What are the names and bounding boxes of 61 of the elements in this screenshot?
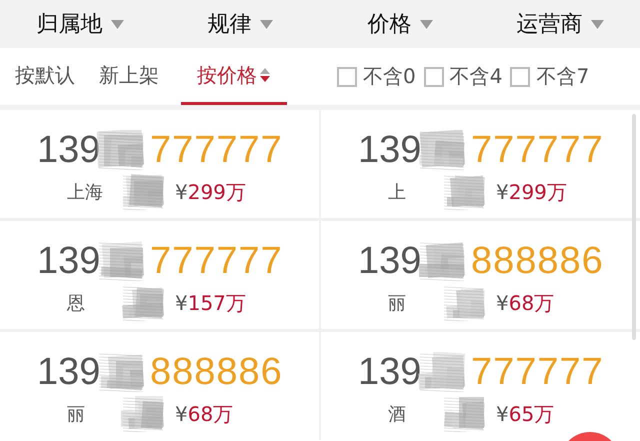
scrollbar[interactable] <box>632 114 636 340</box>
number-card[interactable]: 139 888886 丽 ¥68万 <box>0 332 319 440</box>
number-card[interactable]: 139 777777 恩 ¥157万 <box>0 221 319 329</box>
sort-arrows-icon <box>259 67 271 83</box>
phone-number-suffix: 888886 <box>150 350 283 394</box>
price-label: ¥68万 <box>175 400 234 428</box>
price-label: ¥299万 <box>496 178 568 206</box>
scribble-smear <box>121 285 165 321</box>
scribble-smear <box>418 352 466 392</box>
phone-number-suffix: 777777 <box>471 350 604 394</box>
scribble-smear <box>418 130 466 170</box>
scribble-smear <box>97 352 145 392</box>
scribble-smear <box>418 241 466 281</box>
number-card[interactable]: 139 777777 上 ¥299万 <box>321 110 640 218</box>
price-label: ¥299万 <box>175 178 247 206</box>
dropdown-caret-icon <box>110 20 124 28</box>
phone-number-suffix: 777777 <box>471 128 604 172</box>
phone-number-suffix: 888886 <box>471 240 604 282</box>
dropdown-caret-icon <box>420 20 432 28</box>
number-card[interactable]: 139 777777 上海 ¥299万 <box>0 110 319 218</box>
scribble-smear <box>121 174 165 210</box>
location-label: 上 <box>388 181 407 204</box>
checkbox-label[interactable]: 不含0 <box>363 63 416 90</box>
phone-number-prefix: 139 <box>37 128 97 172</box>
phone-number-prefix: 139 <box>358 128 418 172</box>
phone-number-prefix: 139 <box>358 240 418 282</box>
dropdown-caret-icon <box>260 20 272 28</box>
filter-dropdown[interactable]: 规律 <box>160 9 320 39</box>
scribble-smear <box>442 285 486 321</box>
scribble-smear <box>97 130 145 170</box>
checkbox-label[interactable]: 不含7 <box>536 63 590 90</box>
scribble-smear <box>442 396 486 432</box>
sort-tab[interactable]: 按默认 <box>15 48 91 105</box>
sort-tab[interactable]: 新上架 <box>99 48 175 105</box>
price-label: ¥65万 <box>496 400 556 428</box>
price-label: ¥157万 <box>175 290 247 316</box>
phone-number-prefix: 139 <box>37 240 97 282</box>
checkbox-label[interactable]: 不含4 <box>450 63 502 90</box>
scribble-smear <box>442 174 486 210</box>
sort-tab[interactable]: 按价格 <box>181 48 287 105</box>
filter-dropdown[interactable]: 归属地 <box>0 9 160 39</box>
checkbox[interactable] <box>510 66 530 86</box>
phone-number-suffix: 777777 <box>150 128 283 172</box>
scribble-smear <box>97 241 145 281</box>
checkbox[interactable] <box>337 66 357 86</box>
scribble-smear <box>121 396 165 432</box>
location-label: 酒 <box>388 403 407 426</box>
dropdown-caret-icon <box>590 20 604 28</box>
number-card[interactable]: 139 888886 丽 ¥68万 <box>321 221 640 329</box>
price-label: ¥68万 <box>496 290 556 316</box>
location-label: 丽 <box>388 292 407 315</box>
phone-number-prefix: 139 <box>37 350 97 394</box>
number-card[interactable]: 139 777777 酒 ¥65万 <box>321 332 640 440</box>
location-label: 丽 <box>67 403 86 426</box>
filter-dropdown[interactable]: 价格 <box>320 9 480 39</box>
filter-dropdown[interactable]: 运营商 <box>480 9 640 39</box>
location-label: 恩 <box>67 292 86 315</box>
location-label: 上海 <box>67 181 104 204</box>
phone-number-suffix: 777777 <box>150 240 283 282</box>
phone-number-prefix: 139 <box>358 350 418 394</box>
checkbox[interactable] <box>424 66 444 86</box>
